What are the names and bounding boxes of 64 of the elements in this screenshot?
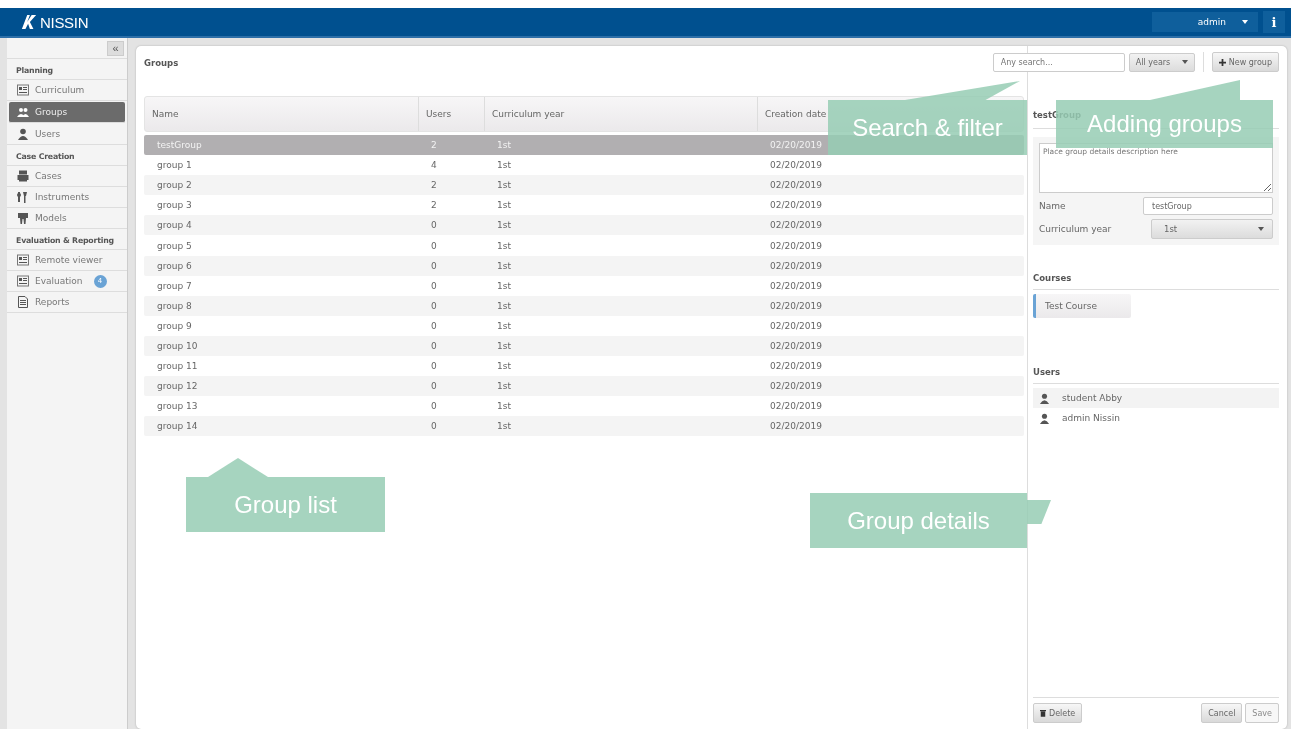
- board-icon: [17, 84, 29, 96]
- logo: NISSIN: [20, 13, 89, 31]
- column-header[interactable]: Users: [419, 97, 485, 131]
- section-heading: Users: [1033, 339, 1279, 384]
- document-icon: [17, 296, 29, 308]
- page-title: Groups: [144, 58, 179, 68]
- year-select[interactable]: 1st: [1151, 219, 1273, 239]
- search-field[interactable]: Any search...: [992, 52, 1125, 72]
- table-row[interactable]: group 6 0 1st 02/20/2019: [144, 255, 1024, 276]
- table-row[interactable]: group 13 0 1st 02/20/2019: [144, 396, 1024, 417]
- cancel-button[interactable]: Cancel: [1201, 703, 1243, 723]
- column-header[interactable]: Curriculum year: [485, 97, 758, 131]
- table-row[interactable]: group 3 2 1st 02/20/2019: [144, 195, 1024, 216]
- caret-icon: [1258, 227, 1264, 231]
- table-row[interactable]: group 10 0 1st 02/20/2019: [144, 335, 1024, 357]
- board-icon: [17, 275, 29, 287]
- table-row[interactable]: group 7 0 1st 02/20/2019: [144, 275, 1024, 296]
- table-row[interactable]: group 4 0 1st 02/20/2019: [144, 215, 1024, 236]
- tools-icon: [17, 191, 29, 203]
- sidebar-item[interactable]: Models: [7, 208, 127, 229]
- printer-icon: [17, 170, 29, 182]
- user-name: admin Nissin: [1062, 413, 1120, 423]
- table-row[interactable]: group 9 0 1st 02/20/2019: [144, 315, 1024, 336]
- table-row[interactable]: group 14 0 1st 02/20/2019: [144, 416, 1024, 437]
- table-row[interactable]: group 1 4 1st 02/20/2019: [144, 155, 1024, 176]
- course-item[interactable]: Test Course: [1033, 294, 1131, 318]
- name-field[interactable]: testGroup: [1143, 197, 1273, 215]
- delete-button[interactable]: Delete: [1033, 703, 1083, 723]
- year-dropdown[interactable]: All years: [1128, 52, 1195, 72]
- trash-icon: [1040, 709, 1046, 717]
- column-header[interactable]: Name: [145, 97, 419, 131]
- info-button[interactable]: i: [1263, 11, 1285, 33]
- table-row[interactable]: group 11 0 1st 02/20/2019: [144, 356, 1024, 377]
- tooth-icon: [17, 212, 29, 224]
- sidebar-item[interactable]: Curriculum: [7, 80, 127, 101]
- board-icon: [17, 254, 29, 266]
- callout-pointer: [208, 458, 268, 477]
- people-icon: [17, 106, 29, 118]
- table-row[interactable]: group 12 0 1st 02/20/2019: [144, 376, 1024, 397]
- sidebar-item[interactable]: Groups: [9, 102, 125, 123]
- table-row[interactable]: group 2 2 1st 02/20/2019: [144, 175, 1024, 196]
- field-label: Curriculum year: [1039, 224, 1112, 234]
- collapse-button[interactable]: «: [107, 41, 124, 56]
- table-row[interactable]: group 5 0 1st 02/20/2019: [144, 235, 1024, 256]
- sidebar-item[interactable]: Users: [7, 124, 127, 145]
- callout-label: Group details: [810, 493, 1027, 548]
- table-row[interactable]: group 8 0 1st 02/20/2019: [144, 295, 1024, 316]
- logo-icon: [20, 14, 38, 30]
- plus-icon: [1218, 58, 1226, 66]
- sidebar-item[interactable]: Reports: [7, 292, 127, 313]
- user-menu[interactable]: admin: [1152, 12, 1258, 32]
- sidebar-item[interactable]: Instruments: [7, 187, 127, 208]
- sidebar-item[interactable]: Remote viewer: [7, 250, 127, 271]
- callout-pointer: [1027, 500, 1051, 524]
- caret-icon: [1242, 20, 1248, 24]
- caret-icon: [1181, 60, 1188, 64]
- section-heading: Courses: [1033, 245, 1279, 290]
- sidebar-item[interactable]: Cases: [7, 166, 127, 187]
- user-name: student Abby: [1062, 393, 1123, 403]
- new-group-button[interactable]: New group: [1211, 52, 1279, 72]
- person-icon: [1039, 392, 1050, 404]
- person-icon: [1039, 412, 1050, 424]
- person-icon: [17, 128, 29, 140]
- field-label: Name: [1039, 201, 1066, 211]
